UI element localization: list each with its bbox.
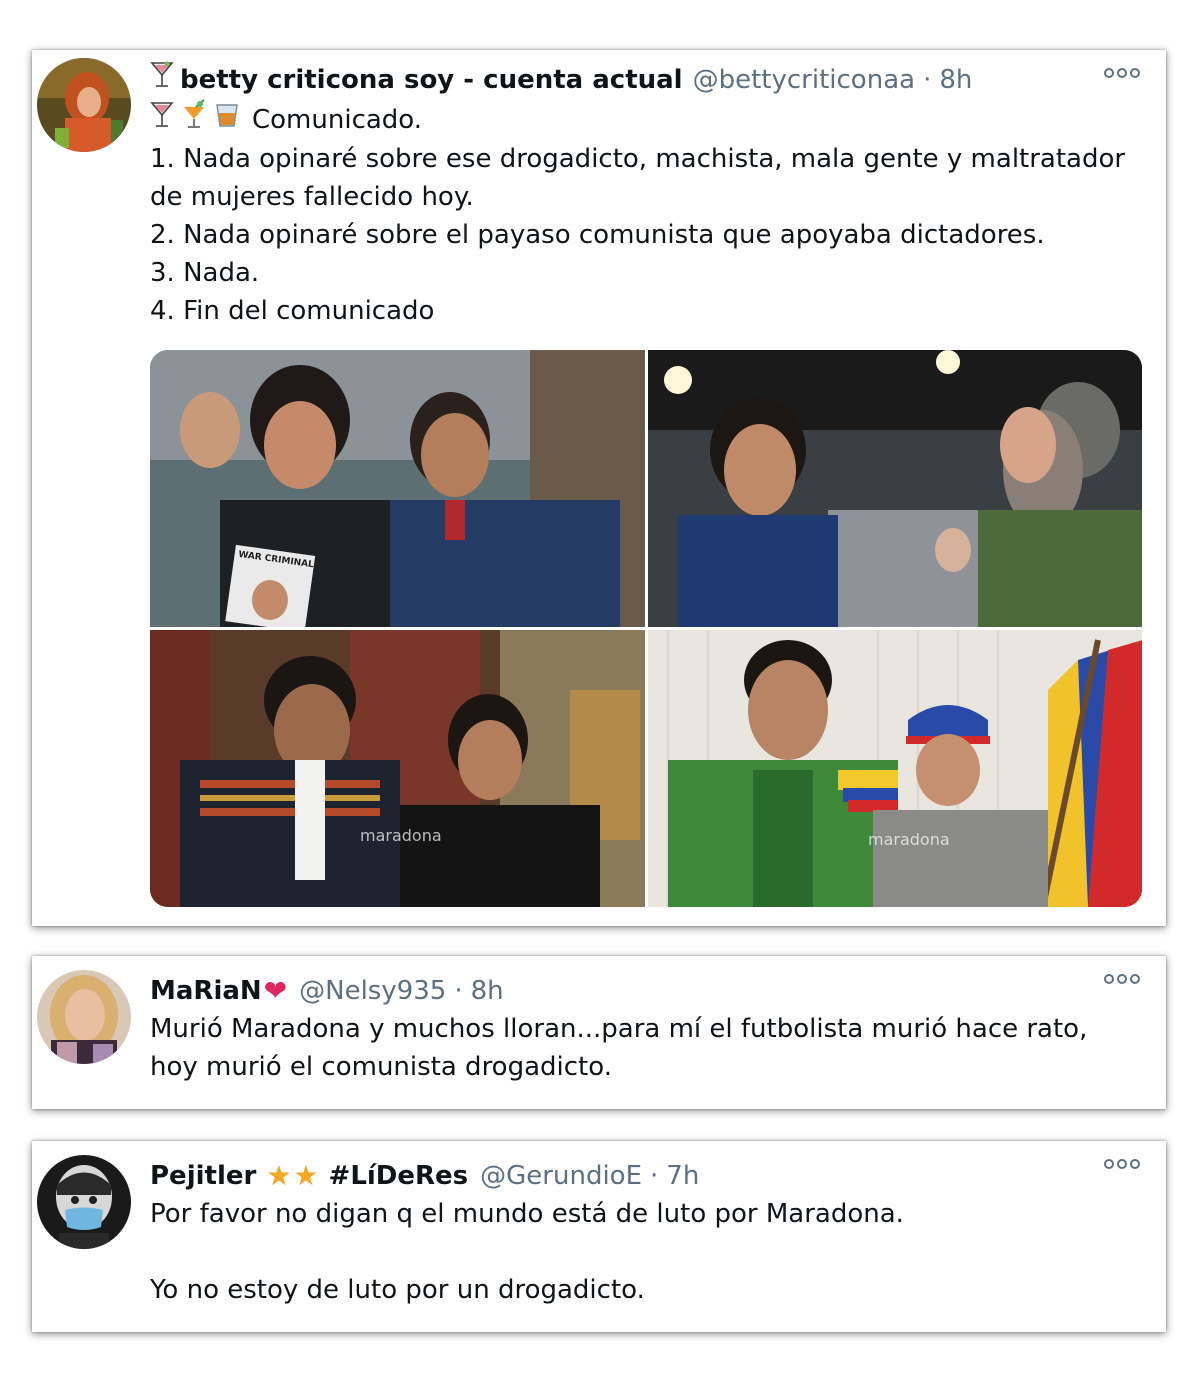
tweet-card-marian[interactable]: MaRiaN ❤ @Nelsy935 · 8h Murió Maradona y… [32,956,1166,1109]
tweet-card-pejitler[interactable]: Pejitler ★ ★ #LíDeRes @GerundioE · 7h Po… [32,1141,1166,1332]
tweet-photo[interactable]: maradona [648,630,1142,907]
tweet-line: 4. Fin del comunicado [150,296,435,326]
tweet-header: betty criticona soy - cuenta actual @bet… [150,60,1136,99]
tweet-text: Por favor no digan q el mundo está de lu… [150,1195,1136,1309]
tweet-line: Por favor no digan q el mundo está de lu… [150,1199,904,1229]
photo-grid: WAR CRIMINAL maradona maradona [150,350,1142,907]
avatar[interactable] [37,58,131,152]
tweet-text: Murió Maradona y muchos lloran...para mí… [150,1010,1136,1086]
more-options-icon[interactable] [1104,1159,1140,1169]
separator-dot: · [650,1161,659,1191]
star-icon: ★ [293,1159,319,1192]
tweet-photo[interactable]: WAR CRIMINAL [150,350,645,627]
tweet-photo[interactable] [648,350,1142,627]
tweet-line: Yo no estoy de luto por un drogadicto. [150,1275,645,1305]
separator-dot: · [454,976,463,1006]
separator-dot: · [923,64,932,95]
photo-watermark: maradona [868,830,950,849]
cocktail-glass-icon [150,100,174,139]
display-name[interactable]: Pejitler [150,1157,256,1195]
red-heart-icon: ❤ [263,974,288,1007]
tweet-header: Pejitler ★ ★ #LíDeRes @GerundioE · 7h [150,1157,1136,1195]
photo-watermark: maradona [360,826,442,845]
tropical-drink-icon [180,99,208,140]
tweet-line: Murió Maradona y muchos lloran...para mí… [150,1014,1088,1082]
tweet-line: 1. Nada opinaré sobre ese drogadicto, ma… [150,144,1126,212]
tweet-text: Comunicado. 1. Nada opinaré sobre ese dr… [150,99,1136,330]
display-name[interactable]: MaRiaN [150,972,262,1010]
user-handle[interactable]: @GerundioE [480,1157,642,1195]
timestamp[interactable]: 8h [939,61,972,99]
tweet-line: 3. Nada. [150,258,260,288]
avatar[interactable] [37,1155,131,1249]
name-hashtag[interactable]: #LíDeRes [329,1157,469,1195]
timestamp[interactable]: 8h [471,972,504,1010]
timestamp[interactable]: 7h [666,1157,699,1195]
user-handle[interactable]: @bettycriticonaa [693,61,915,99]
tweet-line: 2. Nada opinaré sobre el payaso comunist… [150,220,1045,250]
more-options-icon[interactable] [1104,68,1140,78]
avatar[interactable] [37,970,131,1064]
tumbler-glass-icon [214,100,240,139]
star-icon: ★ [266,1159,292,1192]
user-handle[interactable]: @Nelsy935 [299,972,446,1010]
tweet-card-betty[interactable]: betty criticona soy - cuenta actual @bet… [32,50,1166,926]
display-name[interactable]: betty criticona soy - cuenta actual [180,61,683,99]
more-options-icon[interactable] [1104,974,1140,984]
tweet-header: MaRiaN ❤ @Nelsy935 · 8h [150,972,1136,1010]
tweet-line: Comunicado. [252,104,423,135]
cocktail-glass-icon [150,60,174,99]
tweet-photo[interactable]: maradona [150,630,645,907]
